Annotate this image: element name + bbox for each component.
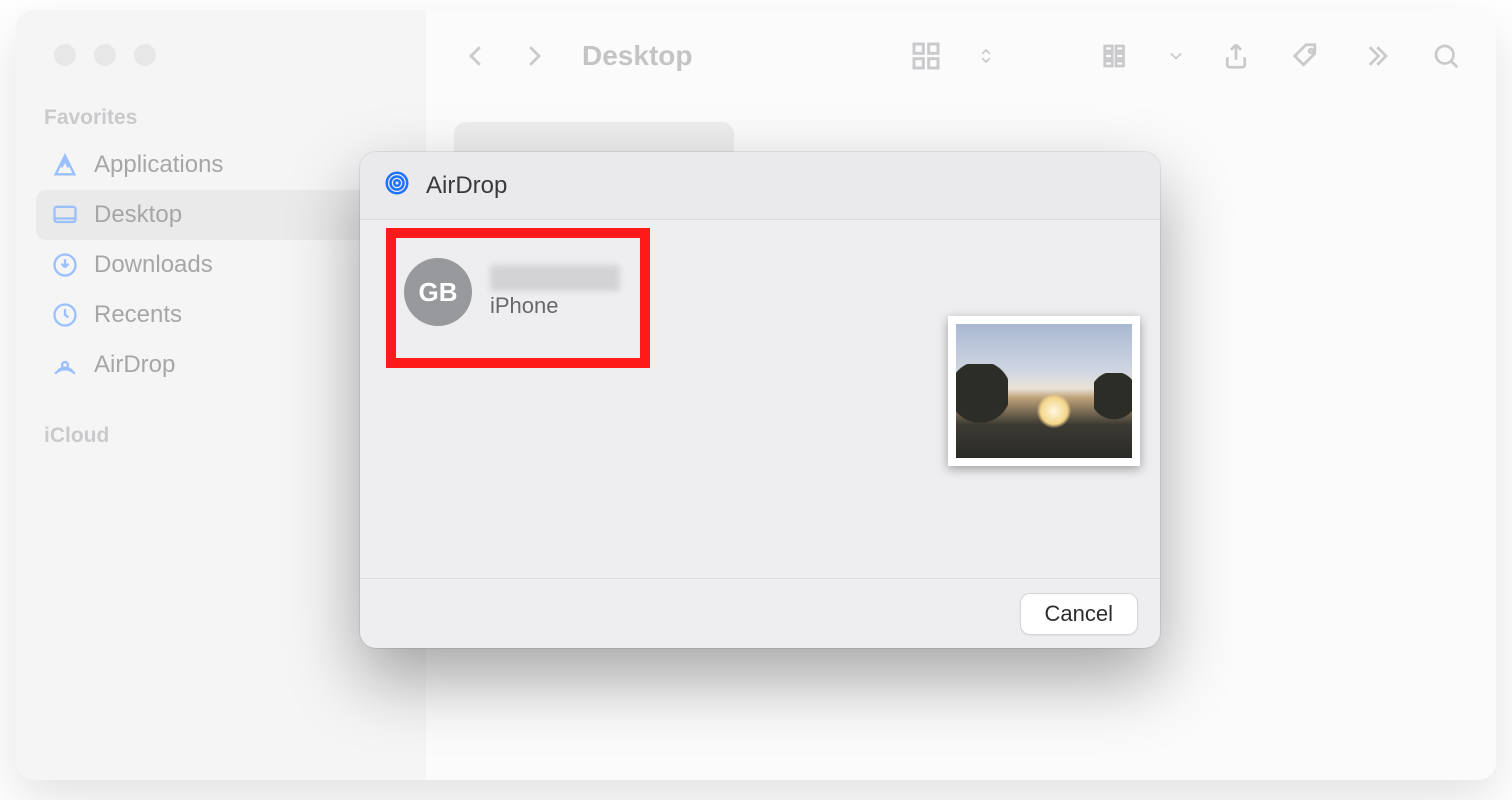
file-preview [948,316,1140,466]
view-icons-button[interactable] [906,36,946,76]
chevron-down-icon[interactable] [1166,36,1186,76]
dialog-header: AirDrop [360,152,1160,220]
downloads-icon [50,250,80,280]
window-controls [54,44,408,66]
avatar-initials: GB [419,277,458,308]
sidebar-item-label: Desktop [94,201,182,229]
close-dot-icon[interactable] [54,44,76,66]
target-name-redacted [490,265,620,291]
toolbar: Desktop [426,10,1496,102]
view-updown-icon[interactable] [976,36,996,76]
dialog-body: GB iPhone [360,220,1160,578]
avatar: GB [404,258,472,326]
sidebar-item-label: Applications [94,151,223,179]
desktop-icon [50,200,80,230]
search-button[interactable] [1426,36,1466,76]
airdrop-icon [382,168,412,203]
more-button[interactable] [1356,36,1396,76]
window-title: Desktop [582,40,692,72]
minimize-dot-icon[interactable] [94,44,116,66]
dialog-footer: Cancel [360,578,1160,648]
sidebar-section-label: Favorites [44,106,408,130]
group-button[interactable] [1096,36,1136,76]
sidebar-item-label: AirDrop [94,351,175,379]
sidebar-item-desktop[interactable]: Desktop [36,190,408,240]
airdrop-target[interactable]: GB iPhone [386,230,646,354]
recents-icon [50,300,80,330]
sidebar-item-recents[interactable]: Recents [36,290,408,340]
sidebar-section-label: iCloud [44,424,408,448]
sidebar-item-applications[interactable]: Applications [36,140,408,190]
sidebar-item-label: Downloads [94,251,213,279]
applications-icon [50,150,80,180]
airdrop-dialog: AirDrop GB iPhone Cancel [360,152,1160,648]
sidebar-item-downloads[interactable]: Downloads [36,240,408,290]
forward-button[interactable] [514,36,554,76]
tags-button[interactable] [1286,36,1326,76]
sidebar-item-label: Recents [94,301,182,329]
cancel-button-label: Cancel [1045,601,1113,627]
preview-image [956,324,1132,458]
dialog-title: AirDrop [426,172,507,200]
airdrop-icon [50,350,80,380]
zoom-dot-icon[interactable] [134,44,156,66]
sidebar-item-airdrop[interactable]: AirDrop [36,340,408,390]
back-button[interactable] [456,36,496,76]
share-button[interactable] [1216,36,1256,76]
cancel-button[interactable]: Cancel [1020,593,1138,635]
target-device: iPhone [490,293,620,319]
